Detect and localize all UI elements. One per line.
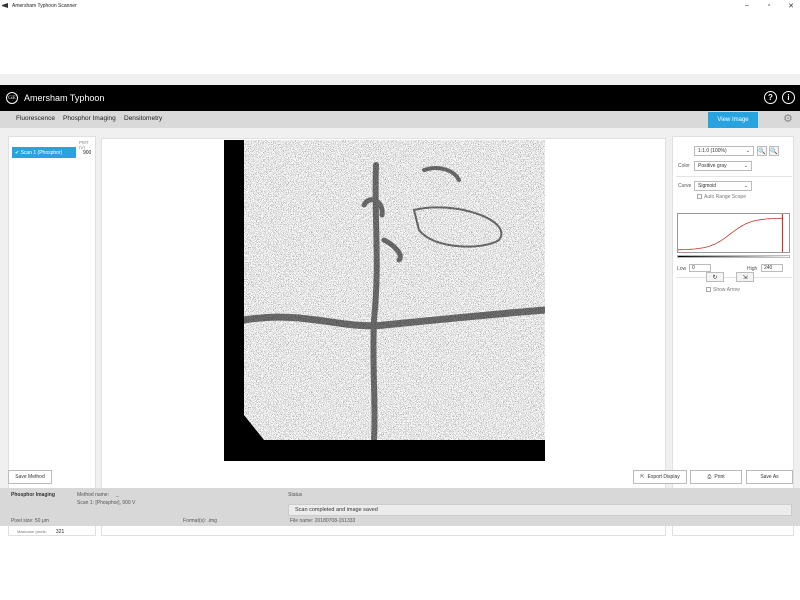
image-viewer-panel	[101, 138, 666, 536]
arrow-icon: ⇲	[742, 274, 748, 281]
save-as-label: Save As	[760, 474, 779, 480]
gray-ramp	[677, 255, 790, 258]
curve-value: Sigmoid	[698, 183, 717, 189]
histogram-curve	[677, 217, 783, 251]
pmt-value: 900	[83, 150, 92, 156]
chevron-down-icon: ⌄	[743, 163, 748, 169]
max-pixels-value: 321	[55, 529, 65, 535]
info-icon[interactable]: i	[782, 91, 795, 104]
auto-range-checkbox[interactable]	[697, 194, 702, 199]
print-button[interactable]: ⎙ Print	[690, 470, 742, 484]
file-name: File name: 20180708-151333	[290, 518, 356, 524]
status-label: Status	[288, 492, 303, 498]
divider	[676, 277, 792, 278]
color-select[interactable]: Positive gray ⌄	[694, 161, 752, 171]
save-method-button[interactable]: Save Method	[8, 470, 52, 484]
scan-image-graphic	[224, 140, 549, 461]
mode-label: Phosphor Imaging	[11, 492, 55, 498]
color-label: Color	[678, 163, 690, 169]
save-method-label: Save Method	[15, 474, 45, 480]
status-footer: Phosphor Imaging Method name: _ Scan 1: …	[0, 488, 800, 526]
low-label: Low	[677, 266, 687, 272]
app-icon	[2, 3, 8, 8]
zoom-in-button[interactable]: 🔍	[769, 146, 779, 156]
show-arrow-label: Show Arrow	[713, 287, 740, 293]
low-input[interactable]: 0	[689, 264, 711, 272]
view-image-button[interactable]: View Image	[708, 112, 758, 128]
pmt-label: PMT (V)	[79, 140, 89, 150]
tab-fluorescence[interactable]: Fluorescence	[16, 115, 55, 122]
auto-range-label: Auto Range Scope	[704, 194, 746, 200]
printer-icon: ⎙	[707, 474, 712, 480]
max-pixels-label: Maximum pixels:	[17, 529, 47, 534]
app-header: GE Amersham Typhoon ? i	[0, 85, 800, 111]
histogram-graphic	[677, 214, 784, 252]
export-display-label: Export Display	[647, 474, 680, 480]
tab-phosphor-imaging[interactable]: Phosphor Imaging	[63, 115, 116, 122]
tab-densitometry[interactable]: Densitometry	[124, 115, 162, 122]
zoom-out-icon: 🔍	[758, 148, 766, 155]
color-value: Positive gray	[698, 163, 727, 169]
zoom-select[interactable]: 1:1.0 (100%) ⌄	[694, 146, 754, 156]
app-window: GE Amersham Typhoon ? i Fluorescence Pho…	[0, 74, 800, 536]
maximize-icon[interactable]: ▫	[764, 2, 774, 9]
method-detail: Scan 1: [Phosphor], 900 V	[77, 500, 136, 506]
arrow-button[interactable]: ⇲	[736, 272, 754, 282]
help-icon[interactable]: ?	[764, 91, 777, 104]
status-message: Scan completed and image saved	[288, 504, 792, 516]
max-pixels-row: Maximum pixels: 321	[17, 529, 64, 535]
file-format: Format(s): .img	[183, 518, 217, 524]
minimize-icon[interactable]: –	[742, 2, 752, 9]
chevron-down-icon: ⌄	[745, 148, 750, 154]
print-label: Print	[714, 474, 725, 480]
window-titlebar: Amersham Typhoon Scanner – ▫ ✕	[0, 0, 800, 11]
save-as-button[interactable]: Save As	[746, 470, 793, 484]
histogram[interactable]	[677, 213, 790, 253]
curve-label: Curve	[678, 183, 692, 189]
ge-logo: GE	[6, 92, 18, 104]
chevron-down-icon: ⌄	[743, 183, 748, 189]
export-icon: ⇱	[640, 474, 645, 480]
divider	[676, 176, 792, 177]
zoom-in-icon: 🔍	[770, 148, 778, 155]
scan-item[interactable]: ✔ Scan 1 (Phosphor)	[12, 147, 76, 158]
reset-button[interactable]: ↻	[706, 272, 724, 282]
close-icon[interactable]: ✕	[786, 2, 796, 10]
brand-title: Amersham Typhoon	[24, 93, 105, 103]
scan-image[interactable]	[224, 140, 549, 461]
high-input[interactable]: 240	[761, 264, 783, 272]
method-name-value: _	[116, 492, 119, 498]
curve-select[interactable]: Sigmoid ⌄	[694, 181, 752, 191]
show-arrow-checkbox[interactable]	[706, 287, 711, 292]
reset-icon: ↻	[712, 274, 718, 281]
window-title: Amersham Typhoon Scanner	[12, 2, 77, 9]
nav-bar: Fluorescence Phosphor Imaging Densitomet…	[0, 111, 800, 128]
pixel-size: Pixel size: 50 μm	[11, 518, 49, 524]
method-name-label: Method name:	[77, 492, 109, 498]
zoom-value: 1:1.0 (100%)	[698, 148, 727, 154]
gear-icon[interactable]: ⚙	[783, 114, 794, 125]
zoom-out-button[interactable]: 🔍	[757, 146, 767, 156]
export-display-button[interactable]: ⇱ Export Display	[633, 470, 687, 484]
